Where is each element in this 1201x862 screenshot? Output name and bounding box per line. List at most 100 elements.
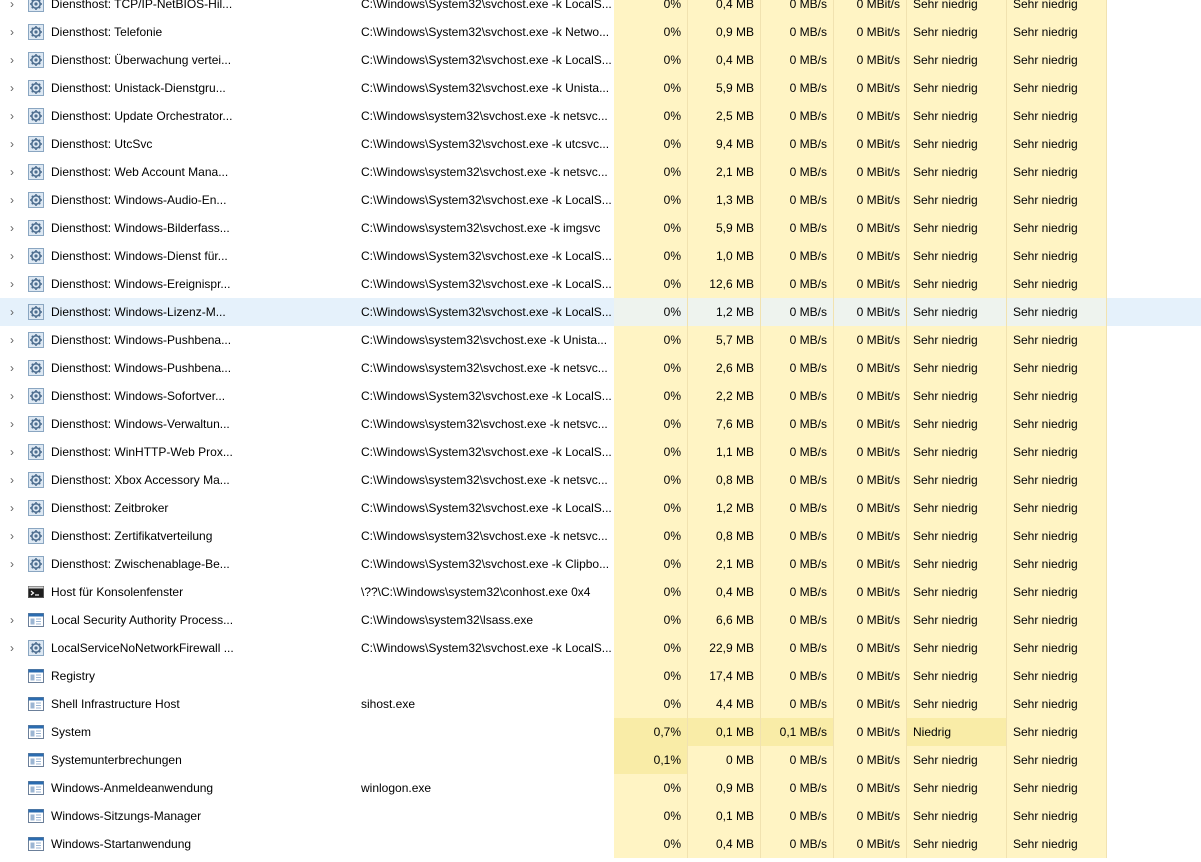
process-row[interactable]: Windows-Sitzungs-Manager 0% 0,1 MB 0 MB/s 0 … bbox=[0, 802, 1201, 830]
expand-chevron-icon[interactable]: › bbox=[0, 102, 24, 130]
expand-chevron-icon[interactable]: › bbox=[0, 438, 24, 466]
disk-value: 0 MB/s bbox=[761, 354, 834, 382]
process-row[interactable]: › Diensthost: Xbox Accessory Ma... C:\Wind… bbox=[0, 466, 1201, 494]
energy-trend-value: Sehr niedrig bbox=[1007, 774, 1107, 802]
expand-chevron-icon[interactable]: › bbox=[0, 0, 24, 18]
disk-value: 0,1 MB/s bbox=[761, 718, 834, 746]
expand-chevron-icon[interactable]: › bbox=[0, 214, 24, 242]
gear-icon bbox=[28, 192, 44, 208]
process-row[interactable]: › Diensthost: Überwachung vertei... C:\Win… bbox=[0, 46, 1201, 74]
cpu-value: 0% bbox=[614, 130, 688, 158]
process-row[interactable]: › Diensthost: Windows-Dienst für... C:\Win… bbox=[0, 242, 1201, 270]
expand-chevron-icon[interactable]: › bbox=[0, 550, 24, 578]
process-name: Diensthost: Zertifikatverteilung bbox=[51, 529, 213, 543]
process-row[interactable]: Registry 0% 17,4 MB 0 MB/s 0 MBit/s Sehr nied… bbox=[0, 662, 1201, 690]
expand-chevron-icon[interactable]: › bbox=[0, 354, 24, 382]
process-row[interactable]: › Diensthost: Windows-Ereignispr... C:\Win… bbox=[0, 270, 1201, 298]
window-icon bbox=[28, 724, 44, 740]
energy-trend-value: Sehr niedrig bbox=[1007, 690, 1107, 718]
process-row[interactable]: › Diensthost: UtcSvc C:\Windows\System32\s… bbox=[0, 130, 1201, 158]
process-row[interactable]: Host für Konsolenfenster \??\C:\Windows\s… bbox=[0, 578, 1201, 606]
memory-value: 12,6 MB bbox=[688, 270, 761, 298]
process-row[interactable]: › Diensthost: Web Account Mana... C:\Windo… bbox=[0, 158, 1201, 186]
process-name: Host für Konsolenfenster bbox=[51, 585, 184, 599]
expand-chevron-icon[interactable]: › bbox=[0, 522, 24, 550]
cpu-value: 0% bbox=[614, 774, 688, 802]
process-name: Diensthost: Windows-Audio-En... bbox=[51, 193, 227, 207]
process-row[interactable]: › Diensthost: Windows-Bilderfass... C:\Win… bbox=[0, 214, 1201, 242]
process-row[interactable]: › Diensthost: TCP/IP-NetBIOS-Hil... C:\Win… bbox=[0, 0, 1201, 18]
expand-placeholder bbox=[0, 802, 24, 830]
expand-chevron-icon[interactable]: › bbox=[0, 410, 24, 438]
disk-value: 0 MB/s bbox=[761, 382, 834, 410]
energy-trend-value: Sehr niedrig bbox=[1007, 550, 1107, 578]
process-command-line: C:\Windows\System32\svchost.exe -k Local… bbox=[361, 501, 611, 515]
disk-value: 0 MB/s bbox=[761, 326, 834, 354]
process-row[interactable]: › Diensthost: Telefonie C:\Windows\System3… bbox=[0, 18, 1201, 46]
process-row[interactable]: › Diensthost: WinHTTP-Web Prox... C:\Windo… bbox=[0, 438, 1201, 466]
process-row[interactable]: Windows-Startanwendung 0% 0,4 MB 0 MB/s 0 MB… bbox=[0, 830, 1201, 858]
process-row[interactable]: Shell Infrastructure Host sihost.exe 0% 4,4… bbox=[0, 690, 1201, 718]
energy-trend-value: Sehr niedrig bbox=[1007, 326, 1107, 354]
energy-trend-value: Sehr niedrig bbox=[1007, 130, 1107, 158]
process-row[interactable]: › Diensthost: Zertifikatverteilung C:\Wind… bbox=[0, 522, 1201, 550]
process-name: Diensthost: Update Orchestrator... bbox=[51, 109, 233, 123]
disk-value: 0 MB/s bbox=[761, 46, 834, 74]
network-value: 0 MBit/s bbox=[834, 606, 907, 634]
expand-chevron-icon[interactable]: › bbox=[0, 186, 24, 214]
process-row[interactable]: › Diensthost: Windows-Pushbena... C:\Windo… bbox=[0, 354, 1201, 382]
process-row[interactable]: › LocalServiceNoNetworkFirewall ... C:\Win… bbox=[0, 634, 1201, 662]
memory-value: 0,4 MB bbox=[688, 46, 761, 74]
expand-chevron-icon[interactable]: › bbox=[0, 158, 24, 186]
process-name: Windows-Sitzungs-Manager bbox=[51, 809, 202, 823]
process-row[interactable]: › Diensthost: Windows-Verwaltun... C:\Wind… bbox=[0, 410, 1201, 438]
process-row[interactable]: › Diensthost: Unistack-Dienstgru... C:\Win… bbox=[0, 74, 1201, 102]
expand-chevron-icon[interactable]: › bbox=[0, 326, 24, 354]
process-row[interactable]: › Diensthost: Windows-Sofortver... C:\Wind… bbox=[0, 382, 1201, 410]
memory-value: 0,8 MB bbox=[688, 466, 761, 494]
process-row[interactable]: System 0,7% 0,1 MB 0,1 MB/s 0 MBit/s Niedrig S… bbox=[0, 718, 1201, 746]
process-row[interactable]: › Diensthost: Update Orchestrator... C:\Wi… bbox=[0, 102, 1201, 130]
expand-chevron-icon[interactable]: › bbox=[0, 74, 24, 102]
network-value: 0 MBit/s bbox=[834, 550, 907, 578]
expand-chevron-icon[interactable]: › bbox=[0, 494, 24, 522]
expand-chevron-icon[interactable]: › bbox=[0, 270, 24, 298]
network-value: 0 MBit/s bbox=[834, 0, 907, 18]
energy-usage-value: Sehr niedrig bbox=[907, 242, 1007, 270]
process-command-line: C:\Windows\System32\svchost.exe -k Netwo… bbox=[361, 25, 610, 39]
memory-value: 7,6 MB bbox=[688, 410, 761, 438]
process-name: Diensthost: Windows-Pushbena... bbox=[51, 361, 232, 375]
disk-value: 0 MB/s bbox=[761, 298, 834, 326]
cpu-value: 0% bbox=[614, 438, 688, 466]
expand-chevron-icon[interactable]: › bbox=[0, 18, 24, 46]
gear-icon bbox=[28, 332, 44, 348]
energy-usage-value: Sehr niedrig bbox=[907, 830, 1007, 858]
process-row[interactable]: Windows-Anmeldeanwendung winlogon.exe 0% 0,… bbox=[0, 774, 1201, 802]
process-row[interactable]: › Local Security Authority Process... C:\W… bbox=[0, 606, 1201, 634]
process-row[interactable]: › Diensthost: Zwischenablage-Be... C:\Wind… bbox=[0, 550, 1201, 578]
cpu-value: 0% bbox=[614, 662, 688, 690]
process-row[interactable]: › Diensthost: Windows-Audio-En... C:\Windo… bbox=[0, 186, 1201, 214]
expand-chevron-icon[interactable]: › bbox=[0, 382, 24, 410]
process-row[interactable]: Systemunterbrechungen 0,1% 0 MB 0 MB/s 0 MBi… bbox=[0, 746, 1201, 774]
energy-usage-value: Sehr niedrig bbox=[907, 74, 1007, 102]
process-row[interactable]: › Diensthost: Zeitbroker C:\Windows\System… bbox=[0, 494, 1201, 522]
cpu-value: 0% bbox=[614, 382, 688, 410]
process-row[interactable]: › Diensthost: Windows-Pushbena... C:\Windo… bbox=[0, 326, 1201, 354]
energy-trend-value: Sehr niedrig bbox=[1007, 830, 1107, 858]
expand-chevron-icon[interactable]: › bbox=[0, 46, 24, 74]
memory-value: 0 MB bbox=[688, 746, 761, 774]
process-command-line: C:\Windows\System32\svchost.exe -k Local… bbox=[361, 0, 611, 11]
expand-chevron-icon[interactable]: › bbox=[0, 634, 24, 662]
process-name: Diensthost: UtcSvc bbox=[51, 137, 153, 151]
expand-chevron-icon[interactable]: › bbox=[0, 606, 24, 634]
expand-chevron-icon[interactable]: › bbox=[0, 466, 24, 494]
process-command-line: C:\Windows\system32\svchost.exe -k netsv… bbox=[361, 473, 608, 487]
disk-value: 0 MB/s bbox=[761, 522, 834, 550]
process-row[interactable]: › Diensthost: Windows-Lizenz-M... C:\Windo… bbox=[0, 298, 1201, 326]
disk-value: 0 MB/s bbox=[761, 494, 834, 522]
expand-chevron-icon[interactable]: › bbox=[0, 298, 24, 326]
expand-chevron-icon[interactable]: › bbox=[0, 242, 24, 270]
disk-value: 0 MB/s bbox=[761, 578, 834, 606]
expand-chevron-icon[interactable]: › bbox=[0, 130, 24, 158]
